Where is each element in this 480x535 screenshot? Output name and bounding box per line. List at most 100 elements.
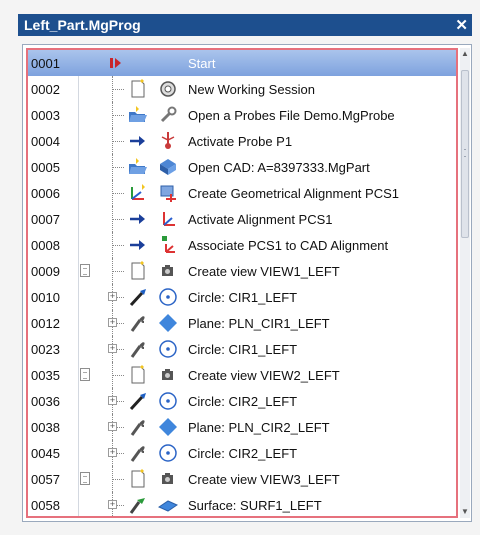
tree-connector: + [108, 336, 128, 362]
vertical-scrollbar[interactable]: ▲ ▼ [460, 48, 470, 518]
tree-connector [108, 258, 128, 284]
program-step-row[interactable]: 0006 Create Geometrical Alignment PCS1 [28, 180, 456, 206]
expand-icon[interactable]: + [108, 396, 117, 405]
step-label: Plane: PLN_CIR1_LEFT [188, 316, 330, 331]
program-step-row[interactable]: 0045 + Circle: CIR2_LEFT [28, 440, 456, 466]
program-step-row[interactable]: 0035 Create view VIEW2_LEFT [28, 362, 456, 388]
tree-connector: + [108, 414, 128, 440]
cad-part-icon [158, 157, 178, 177]
open-folder-icon [128, 157, 148, 177]
program-step-row[interactable]: 0058 + Surface: SURF1_LEFT [28, 492, 456, 516]
step-label: Associate PCS1 to CAD Alignment [188, 238, 389, 253]
circle-icon [158, 391, 178, 411]
close-icon[interactable]: ✕ [455, 18, 468, 33]
program-step-row[interactable]: 0010 + Circle: CIR1_LEFT [28, 284, 456, 310]
step-label: Circle: CIR1_LEFT [188, 342, 298, 357]
expand-icon[interactable]: + [108, 292, 117, 301]
step-label: Circle: CIR1_LEFT [188, 290, 298, 305]
program-step-row[interactable]: 0057 Create view VIEW3_LEFT [28, 466, 456, 492]
program-tree-panel: 0001 Start 0002 New Working Session 0003 Open… [22, 44, 472, 522]
camera-icon [158, 469, 178, 489]
arrow-right-icon [128, 235, 148, 255]
tree-connector: + [108, 440, 128, 466]
step-label: Activate Probe P1 [188, 134, 293, 149]
step-label: Activate Alignment PCS1 [188, 212, 333, 227]
tree-connector [108, 362, 128, 388]
step-label: Open a Probes File Demo.MgProbe [188, 108, 395, 123]
window-titlebar: Left_Part.MgProg ✕ [18, 14, 472, 36]
gear-session-icon [158, 79, 178, 99]
expand-icon[interactable]: + [108, 448, 117, 457]
step-number: 0004 [31, 134, 60, 149]
construct-probe-icon [128, 443, 148, 463]
program-step-row[interactable]: 0023 + Circle: CIR1_LEFT [28, 336, 456, 362]
tree-connector [108, 206, 128, 232]
step-label: Create view VIEW1_LEFT [188, 264, 340, 279]
program-step-row[interactable]: 0038 + Plane: PLN_CIR2_LEFT [28, 414, 456, 440]
step-label: Circle: CIR2_LEFT [188, 446, 298, 461]
step-label: Circle: CIR2_LEFT [188, 394, 298, 409]
expand-icon[interactable]: + [108, 422, 117, 431]
expand-icon[interactable]: + [108, 500, 117, 509]
note-icon[interactable] [80, 264, 90, 277]
new-document-icon [128, 365, 148, 385]
circle-icon [158, 339, 178, 359]
step-number: 0058 [31, 498, 60, 513]
camera-icon [158, 261, 178, 281]
program-step-row[interactable]: 0002 New Working Session [28, 76, 456, 102]
program-step-row[interactable]: 0009 Create view VIEW1_LEFT [28, 258, 456, 284]
step-label: Open CAD: A=8397333.MgPart [188, 160, 370, 175]
tree-connector: + [108, 284, 128, 310]
step-label: New Working Session [188, 82, 315, 97]
associate-axes-icon [158, 235, 178, 255]
tree-connector [108, 128, 128, 154]
step-number: 0036 [31, 394, 60, 409]
tree-connector [108, 232, 128, 258]
step-number: 0035 [31, 368, 60, 383]
program-step-row[interactable]: 0003 Open a Probes File Demo.MgProbe [28, 102, 456, 128]
window-title: Left_Part.MgProg [24, 17, 141, 33]
axes-new-icon [128, 183, 148, 203]
plane-icon [158, 313, 178, 333]
program-step-row[interactable]: 0004 Activate Probe P1 [28, 128, 456, 154]
step-number: 0012 [31, 316, 60, 331]
step-number: 0038 [31, 420, 60, 435]
note-icon[interactable] [80, 472, 90, 485]
expand-icon[interactable]: + [108, 318, 117, 327]
note-icon[interactable] [80, 368, 90, 381]
scrollbar-thumb[interactable] [461, 70, 469, 238]
measure-probe-icon [128, 391, 148, 411]
measure-probe-icon [128, 287, 148, 307]
program-step-row[interactable]: 0007 Activate Alignment PCS1 [28, 206, 456, 232]
new-document-icon [128, 261, 148, 281]
step-label: Create view VIEW3_LEFT [188, 472, 340, 487]
scroll-down-icon[interactable]: ▼ [460, 506, 470, 518]
step-number: 0023 [31, 342, 60, 357]
program-step-row[interactable]: 0036 + Circle: CIR2_LEFT [28, 388, 456, 414]
program-step-row[interactable]: 0008 Associate PCS1 to CAD Alignment [28, 232, 456, 258]
tree-connector [108, 466, 128, 492]
program-step-list[interactable]: 0001 Start 0002 New Working Session 0003 Open… [26, 48, 458, 518]
camera-icon [158, 365, 178, 385]
step-number: 0005 [31, 160, 60, 175]
construct-probe-icon [128, 313, 148, 333]
expand-icon[interactable]: + [108, 344, 117, 353]
scroll-up-icon[interactable]: ▲ [460, 48, 470, 60]
program-step-row[interactable]: 0001 Start [28, 50, 456, 76]
step-label: Surface: SURF1_LEFT [188, 498, 322, 513]
program-step-row[interactable]: 0005 Open CAD: A=8397333.MgPart [28, 154, 456, 180]
arrow-right-icon [128, 209, 148, 229]
plane-icon [158, 417, 178, 437]
step-number: 0010 [31, 290, 60, 305]
tree-connector: + [108, 388, 128, 414]
program-step-row[interactable]: 0012 + Plane: PLN_CIR1_LEFT [28, 310, 456, 336]
step-label: Create Geometrical Alignment PCS1 [188, 186, 399, 201]
step-label: Create view VIEW2_LEFT [188, 368, 340, 383]
tree-connector [108, 76, 128, 102]
step-number: 0001 [31, 56, 60, 71]
probe-icon [158, 131, 178, 151]
surface-icon [157, 495, 179, 515]
alignment-icon [158, 183, 178, 203]
construct-probe-icon [128, 339, 148, 359]
construct-probe-icon [128, 417, 148, 437]
